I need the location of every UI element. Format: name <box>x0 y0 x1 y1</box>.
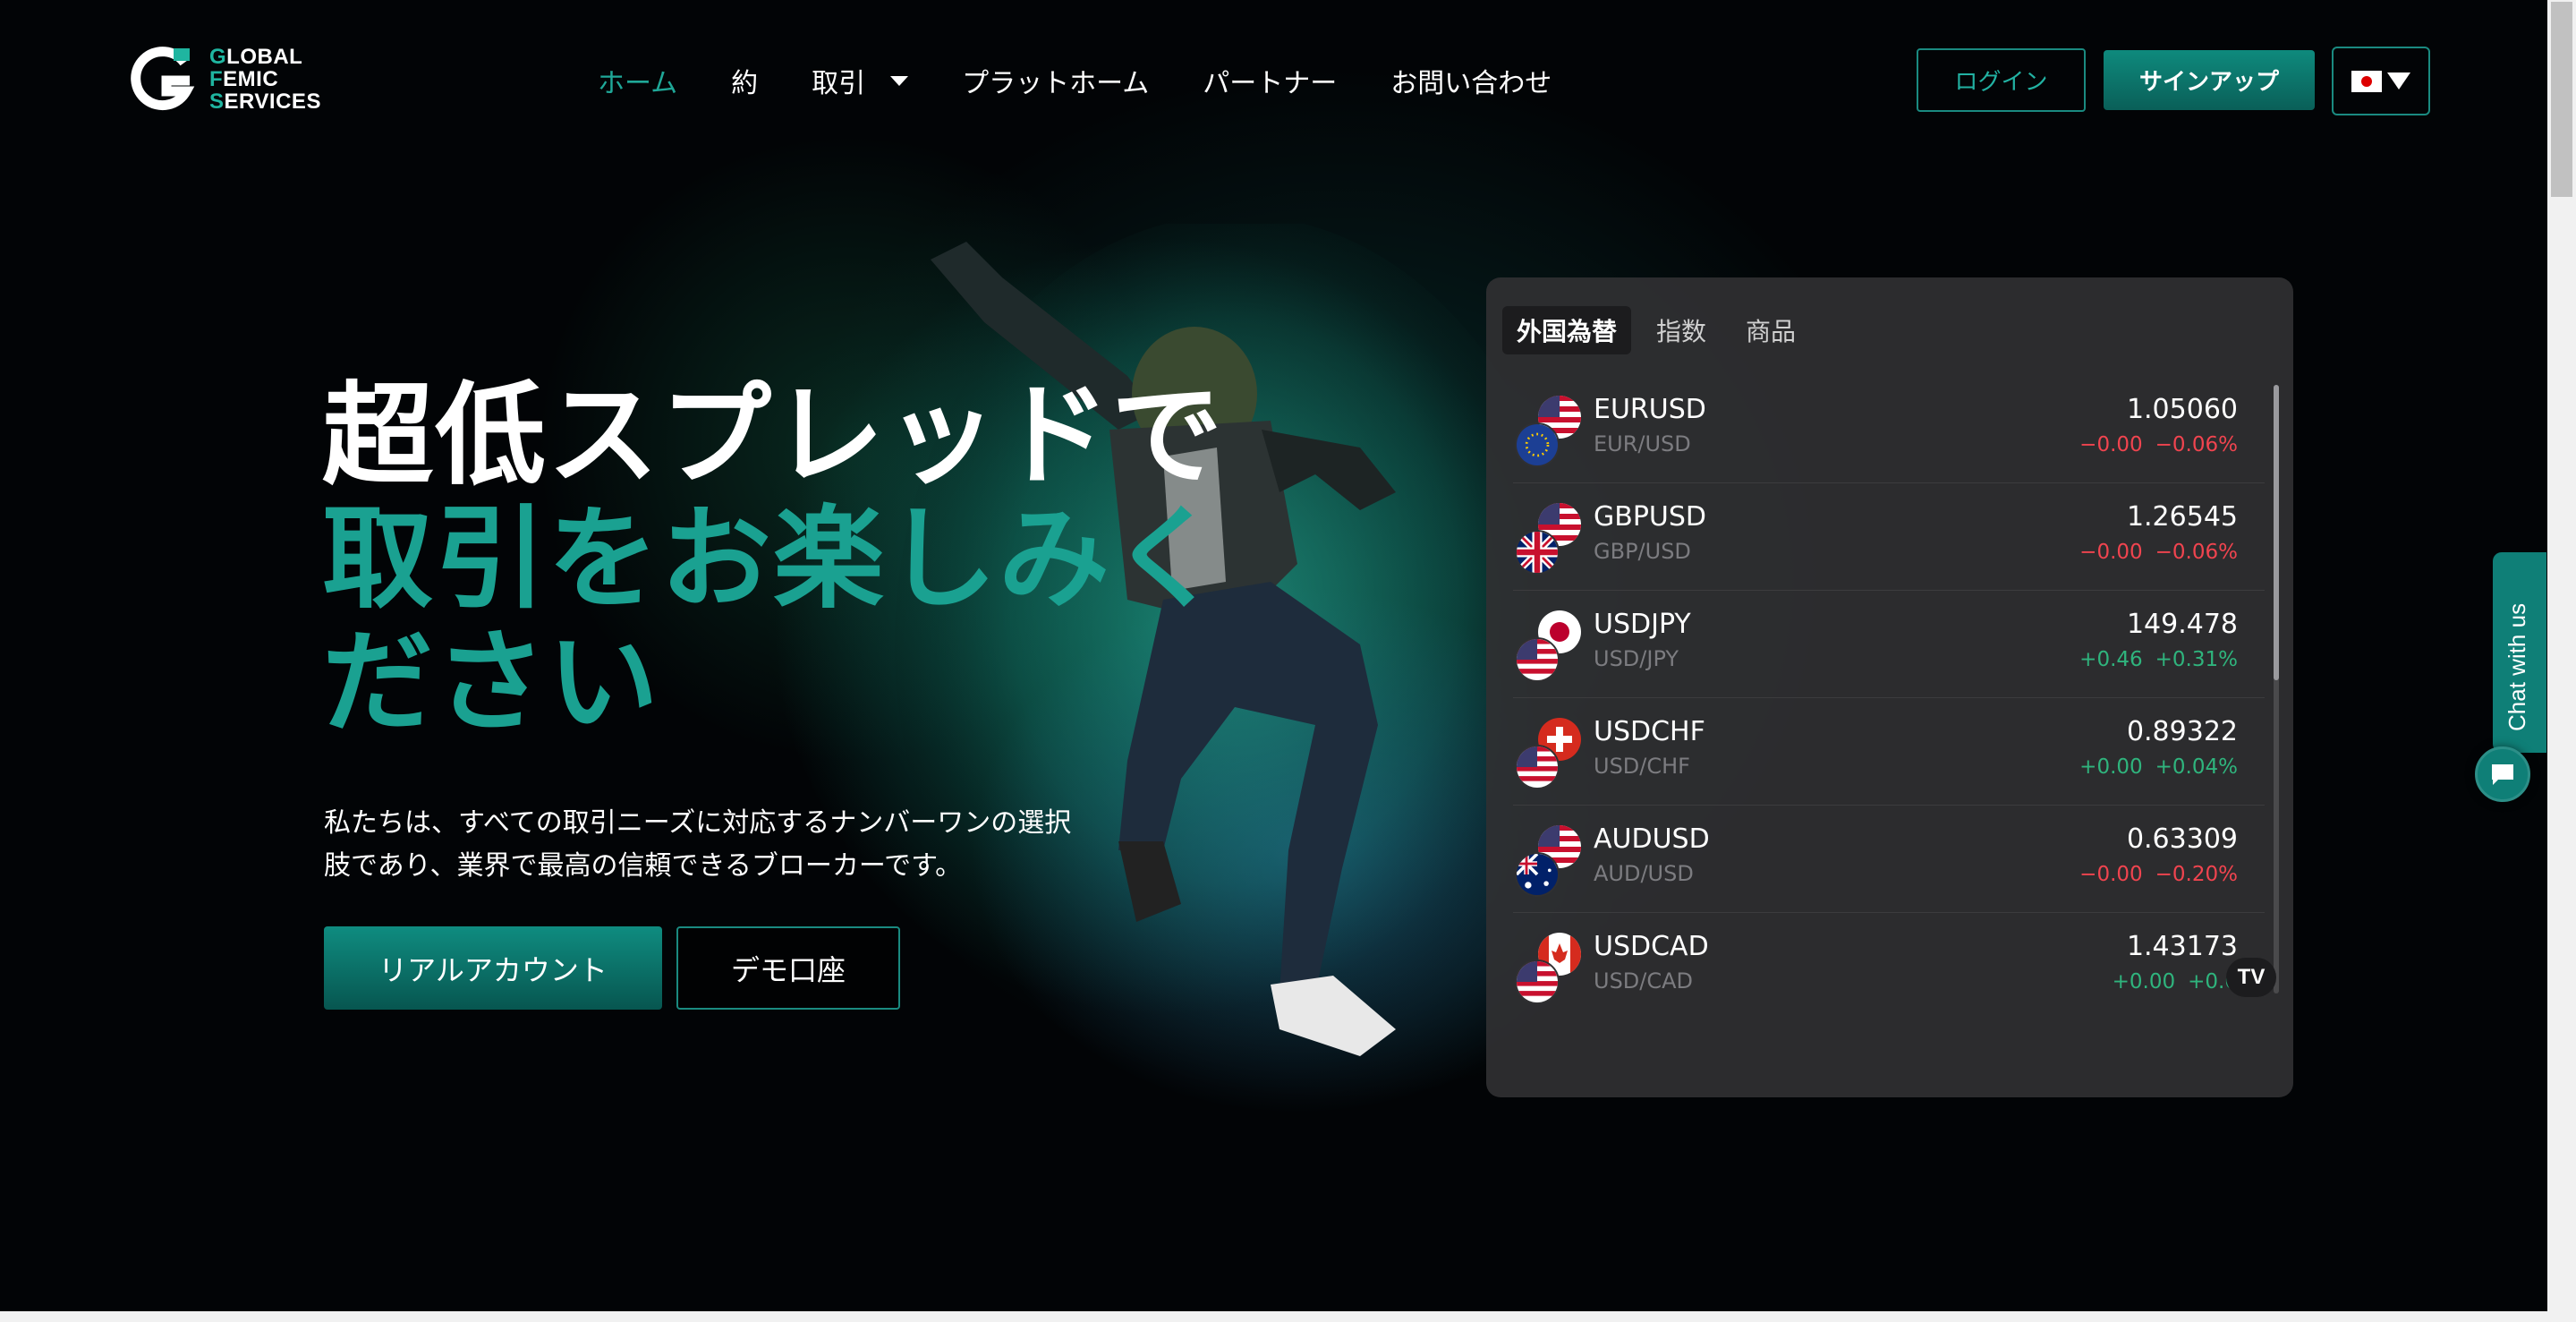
quote-change: +0.46 +0.31% <box>2079 648 2238 671</box>
us-flag-icon <box>1515 960 1560 1004</box>
market-tabs: 外国為替 指数 商品 <box>1502 306 1821 354</box>
logo-text-services: SERVICES <box>209 90 321 114</box>
tab-indices[interactable]: 指数 <box>1642 306 1721 354</box>
hero-title-line1: 超低スプレッドで <box>322 371 1225 500</box>
quote-list: EURUSD EUR/USD 1.05060 −0.00 −0.06% GBPUS… <box>1513 376 2265 1020</box>
nav-partner[interactable]: パートナー <box>1203 61 1337 100</box>
quote-pair: GBP/USD <box>1594 539 1691 564</box>
quote-symbol: USDJPY <box>1594 609 1691 640</box>
australia-flag-icon <box>1515 852 1560 897</box>
quote-change-pct: −0.06% <box>2155 433 2238 456</box>
tradingview-logo-icon[interactable]: TV <box>2226 958 2276 997</box>
hero-title: 超低スプレッドで 取引をお楽しみく ださい <box>322 371 1225 747</box>
quote-row-usdjpy[interactable]: USDJPY USD/JPY 149.478 +0.46 +0.31% <box>1513 591 2265 698</box>
quote-change-abs: −0.00 <box>2079 541 2143 564</box>
signup-button[interactable]: サインアップ <box>2104 50 2315 110</box>
quote-symbol: GBPUSD <box>1594 501 1707 533</box>
nav-trading[interactable]: 取引 <box>812 61 909 100</box>
brand-logo[interactable]: GLOBAL FEMIC SERVICES <box>131 45 336 116</box>
quote-row-eurusd[interactable]: EURUSD EUR/USD 1.05060 −0.00 −0.06% <box>1513 376 2265 483</box>
quote-change-abs: −0.00 <box>2079 433 2143 456</box>
quote-row-audusd[interactable]: AUDUSD AUD/USD 0.63309 −0.00 −0.20% <box>1513 806 2265 913</box>
quote-pair: AUD/USD <box>1594 861 1694 886</box>
quote-change-abs: −0.00 <box>2079 863 2143 886</box>
real-account-button[interactable]: リアルアカウント <box>324 926 662 1010</box>
quote-pair: USD/CAD <box>1594 968 1694 994</box>
quote-symbol: USDCHF <box>1594 716 1705 747</box>
hero-description-line2: 肢であり、業界で最高の信頼できるブローカーです。 <box>324 850 963 882</box>
chat-icon <box>2492 764 2513 785</box>
nav-contact[interactable]: お問い合わせ <box>1390 61 1552 100</box>
us-flag-icon <box>1515 637 1560 682</box>
quote-symbol: AUDUSD <box>1594 823 1710 855</box>
chat-bubble-button[interactable] <box>2475 746 2530 802</box>
main-nav: ホーム 約 取引 プラットホーム パートナー お問い合わせ <box>598 61 1605 100</box>
quote-row-gbpusd[interactable]: GBPUSD GBP/USD 1.26545 −0.00 −0.06% <box>1513 483 2265 591</box>
quote-row-usdchf[interactable]: USDCHF USD/CHF 0.89322 +0.00 +0.04% <box>1513 698 2265 806</box>
quote-change: −0.00 −0.06% <box>2079 433 2238 456</box>
quote-pair: EUR/USD <box>1594 431 1691 456</box>
widget-scrollbar-thumb[interactable] <box>2274 385 2279 680</box>
logo-mark-icon <box>131 47 195 111</box>
nav-platform[interactable]: プラットホーム <box>962 61 1149 100</box>
quote-change: −0.00 −0.20% <box>2079 863 2238 886</box>
nav-home[interactable]: ホーム <box>598 61 677 100</box>
hero-title-line3: ださい <box>322 618 661 747</box>
hero-description-line1: 私たちは、すべての取引ニーズに対応するナンバーワンの選択 <box>324 807 1072 839</box>
quote-price: 1.05060 <box>2126 394 2238 425</box>
tab-commodities[interactable]: 商品 <box>1731 306 1810 354</box>
chat-with-us-tab[interactable]: Chat with us <box>2493 552 2546 753</box>
quote-symbol: EURUSD <box>1594 394 1706 425</box>
page: GLOBAL FEMIC SERVICES ホーム 約 取引 プラットホーム パ… <box>0 0 2576 1322</box>
quote-pair: USD/CHF <box>1594 754 1690 779</box>
hero-description: 私たちは、すべての取引ニーズに対応するナンバーワンの選択 肢であり、業界で最高の… <box>324 802 1120 888</box>
us-flag-icon <box>1515 745 1560 789</box>
quote-price: 0.89322 <box>2126 716 2238 747</box>
quote-change-abs: +0.00 <box>2112 970 2176 994</box>
login-button[interactable]: ログイン <box>1917 48 2086 112</box>
eu-flag-icon <box>1515 422 1560 467</box>
market-quotes-widget: 外国為替 指数 商品 EURUSD EUR/USD 1.05060 −0.00−… <box>1486 277 2293 1097</box>
quote-change-pct: +0.04% <box>2155 755 2238 779</box>
hero-title-line2: 取引をお楽しみく <box>322 495 1225 624</box>
tab-forex[interactable]: 外国為替 <box>1502 306 1632 354</box>
quote-pair: USD/JPY <box>1594 646 1679 671</box>
quote-change-abs: +0.00 <box>2079 755 2143 779</box>
quote-price: 149.478 <box>2126 609 2238 640</box>
chevron-down-icon <box>890 75 909 86</box>
uk-flag-icon <box>1515 530 1560 575</box>
caret-down-icon <box>2387 72 2410 90</box>
logo-text-femic: FEMIC <box>209 67 279 91</box>
quote-price: 1.43173 <box>2126 931 2238 962</box>
quote-change-abs: +0.46 <box>2079 648 2143 671</box>
demo-account-button[interactable]: デモ口座 <box>676 926 900 1010</box>
page-scrollbar-thumb[interactable] <box>2551 2 2572 197</box>
quote-change-pct: −0.06% <box>2155 541 2238 564</box>
quote-row-usdcad[interactable]: USDCAD USD/CAD 1.43173 +0.00 +0.0 <box>1513 913 2265 1020</box>
logo-text-global: GLOBAL <box>209 45 303 69</box>
quote-symbol: USDCAD <box>1594 931 1709 962</box>
chat-tab-label: Chat with us <box>2504 602 2530 731</box>
quote-price: 1.26545 <box>2126 501 2238 533</box>
quote-change: −0.00 −0.06% <box>2079 541 2238 564</box>
nav-trading-label: 取引 <box>812 68 866 99</box>
quote-price: 0.63309 <box>2126 823 2238 855</box>
japan-flag-icon <box>2351 70 2382 92</box>
quote-change-pct: −0.20% <box>2155 863 2238 886</box>
quote-change-pct: +0.31% <box>2155 648 2238 671</box>
horizontal-scrollbar <box>0 1311 2576 1322</box>
language-selector[interactable] <box>2332 47 2430 115</box>
nav-about[interactable]: 約 <box>731 61 758 100</box>
quote-change: +0.00 +0.04% <box>2079 755 2238 779</box>
quote-change: +0.00 +0.0 <box>2113 970 2238 994</box>
